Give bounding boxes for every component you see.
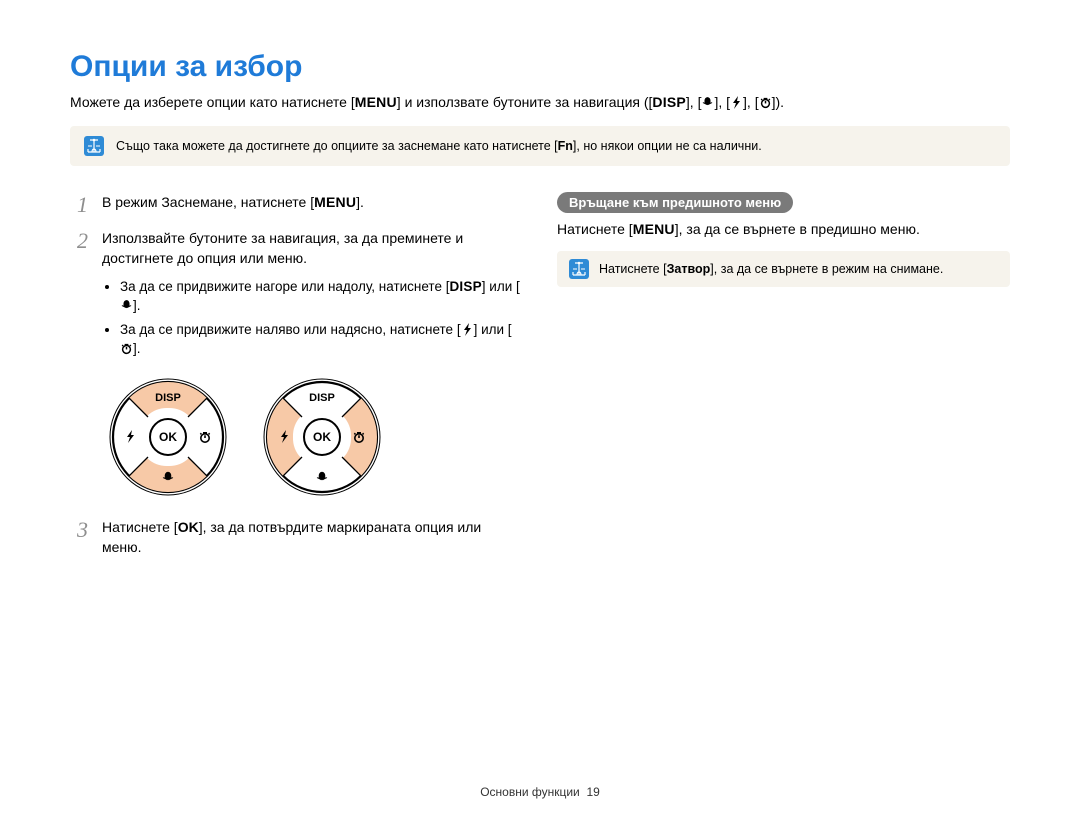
step-2: 2 Използвайте бутоните за навигация, за … (70, 228, 523, 363)
shutter-label: Затвор (667, 262, 711, 276)
step-number: 3 (70, 517, 88, 558)
fn-label: Fn (558, 139, 573, 153)
menu-label: MENU (355, 94, 397, 110)
ok-label: OK (159, 430, 177, 444)
list-item: За да се придвижите наляво или надясно, … (120, 320, 523, 359)
left-column: 1 В режим Заснемане, натиснете [MENU]. 2… (70, 192, 523, 569)
list-item: За да се придвижите нагоре или надолу, н… (120, 277, 523, 316)
flash-icon (461, 322, 474, 337)
page-title: Опции за избор (70, 50, 1010, 84)
timer-icon (759, 94, 772, 110)
note-callout: Натиснете [Затвор], за да се върнете в р… (557, 251, 1010, 287)
info-icon (84, 136, 104, 156)
macro-icon (120, 298, 133, 313)
disp-label: DISP (155, 392, 181, 404)
step-number: 2 (70, 228, 88, 363)
ok-label: OK (178, 519, 199, 535)
flash-icon (730, 94, 743, 110)
right-column: Връщане към предишното меню Натиснете [M… (557, 192, 1010, 569)
menu-label: MENU (633, 221, 675, 237)
timer-icon (120, 341, 133, 356)
dial-vertical: OK DISP (106, 375, 230, 499)
info-icon (569, 259, 589, 279)
ok-label: OK (313, 430, 331, 444)
page-footer: Основни функции 19 (0, 785, 1080, 799)
step-1: 1 В режим Заснемане, натиснете [MENU]. (70, 192, 523, 216)
return-text: Натиснете [MENU], за да се върнете в пре… (557, 221, 1010, 237)
dial-horizontal: OK DISP (260, 375, 384, 499)
menu-label: MENU (314, 194, 356, 210)
disp-label: DISP (652, 94, 685, 110)
step-number: 1 (70, 192, 88, 216)
navigation-dials: OK DISP (106, 375, 523, 499)
info-callout: Също така можете да достигнете до опциит… (70, 126, 1010, 166)
disp-label: DISP (309, 392, 335, 404)
macro-icon (701, 94, 714, 110)
disp-label: DISP (449, 279, 481, 294)
return-heading: Връщане към предишното меню (557, 192, 793, 213)
step-3: 3 Натиснете [OK], за да потвърдите марки… (70, 517, 523, 558)
intro-text: Можете да изберете опции като натиснете … (70, 94, 1010, 110)
